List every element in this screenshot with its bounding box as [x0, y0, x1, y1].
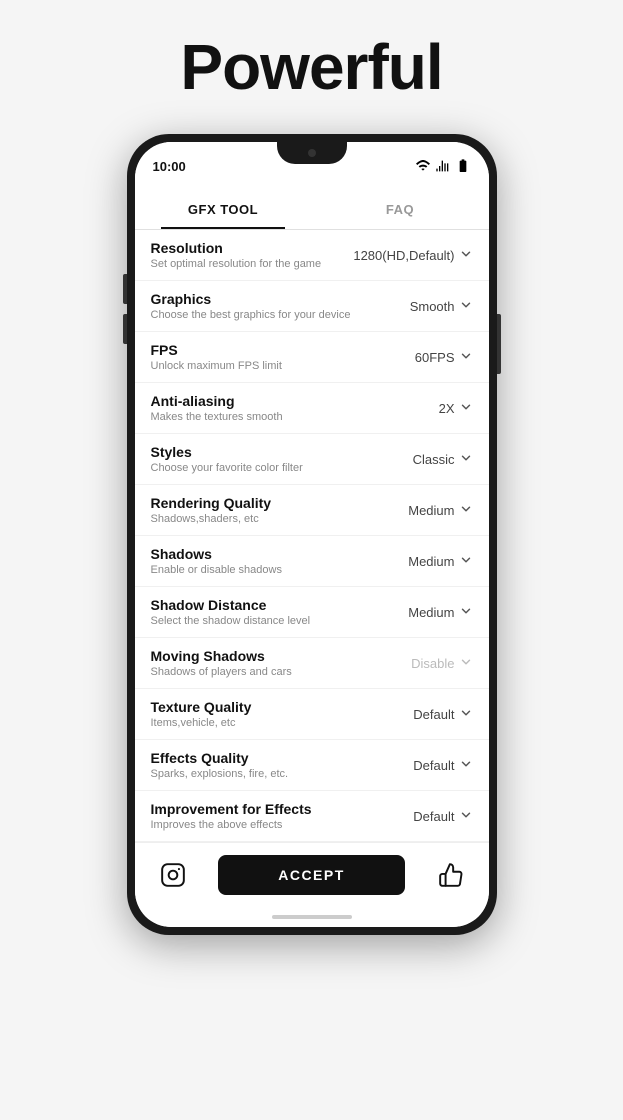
- home-bar: [272, 915, 352, 919]
- camera-dot: [308, 149, 316, 157]
- setting-title-anti-aliasing: Anti-aliasing: [151, 393, 439, 409]
- setting-row-texture-quality[interactable]: Texture Quality Items,vehicle, etcDefault: [135, 689, 489, 740]
- tab-faq[interactable]: FAQ: [312, 190, 489, 229]
- setting-desc-effects-quality: Sparks, explosions, fire, etc.: [151, 768, 414, 780]
- setting-title-resolution: Resolution: [151, 240, 354, 256]
- setting-chevron-anti-aliasing[interactable]: [459, 400, 473, 417]
- setting-row-rendering-quality[interactable]: Rendering Quality Shadows,shaders, etcMed…: [135, 485, 489, 536]
- setting-desc-styles: Choose your favorite color filter: [151, 462, 413, 474]
- setting-title-rendering-quality: Rendering Quality: [151, 495, 409, 511]
- setting-desc-shadow-distance: Select the shadow distance level: [151, 615, 409, 627]
- setting-desc-rendering-quality: Shadows,shaders, etc: [151, 513, 409, 525]
- wifi-icon: [415, 158, 431, 174]
- settings-list: Resolution Set optimal resolution for the…: [135, 230, 489, 842]
- setting-chevron-graphics[interactable]: [459, 298, 473, 315]
- setting-chevron-styles[interactable]: [459, 451, 473, 468]
- setting-title-moving-shadows: Moving Shadows: [151, 648, 412, 664]
- setting-row-moving-shadows[interactable]: Moving Shadows Shadows of players and car…: [135, 638, 489, 689]
- setting-chevron-fps[interactable]: [459, 349, 473, 366]
- setting-title-improvement-effects: Improvement for Effects: [151, 801, 414, 817]
- setting-value-graphics: Smooth: [410, 299, 455, 314]
- bottom-bar: ACCEPT: [135, 842, 489, 907]
- setting-title-effects-quality: Effects Quality: [151, 750, 414, 766]
- accept-button[interactable]: ACCEPT: [218, 855, 405, 895]
- signal-icon: [435, 158, 451, 174]
- home-indicator: [135, 907, 489, 927]
- setting-value-anti-aliasing: 2X: [439, 401, 455, 416]
- setting-desc-texture-quality: Items,vehicle, etc: [151, 717, 414, 729]
- setting-desc-anti-aliasing: Makes the textures smooth: [151, 411, 439, 423]
- setting-title-styles: Styles: [151, 444, 413, 460]
- setting-row-resolution[interactable]: Resolution Set optimal resolution for the…: [135, 230, 489, 281]
- setting-desc-moving-shadows: Shadows of players and cars: [151, 666, 412, 678]
- setting-chevron-effects-quality[interactable]: [459, 757, 473, 774]
- setting-desc-fps: Unlock maximum FPS limit: [151, 360, 415, 372]
- setting-title-shadow-distance: Shadow Distance: [151, 597, 409, 613]
- setting-row-shadow-distance[interactable]: Shadow Distance Select the shadow distanc…: [135, 587, 489, 638]
- setting-desc-resolution: Set optimal resolution for the game: [151, 258, 354, 270]
- setting-row-improvement-effects[interactable]: Improvement for Effects Improves the abov…: [135, 791, 489, 842]
- tabs-container: GFX TOOL FAQ: [135, 190, 489, 230]
- setting-chevron-shadow-distance[interactable]: [459, 604, 473, 621]
- setting-value-shadow-distance: Medium: [408, 605, 454, 620]
- phone-frame: 10:00 GFX TOOL: [127, 134, 497, 935]
- setting-desc-improvement-effects: Improves the above effects: [151, 819, 414, 831]
- setting-title-graphics: Graphics: [151, 291, 410, 307]
- battery-icon: [455, 158, 471, 174]
- setting-row-effects-quality[interactable]: Effects Quality Sparks, explosions, fire,…: [135, 740, 489, 791]
- tab-gfx-tool[interactable]: GFX TOOL: [135, 190, 312, 229]
- setting-value-fps: 60FPS: [415, 350, 455, 365]
- instagram-icon-button[interactable]: [155, 857, 191, 893]
- setting-chevron-moving-shadows[interactable]: [459, 655, 473, 672]
- page-hero-title: Powerful: [180, 30, 442, 104]
- setting-value-styles: Classic: [413, 452, 455, 467]
- setting-desc-shadows: Enable or disable shadows: [151, 564, 409, 576]
- setting-value-effects-quality: Default: [413, 758, 454, 773]
- setting-value-resolution: 1280(HD,Default): [353, 248, 454, 263]
- setting-value-improvement-effects: Default: [413, 809, 454, 824]
- setting-value-shadows: Medium: [408, 554, 454, 569]
- setting-title-texture-quality: Texture Quality: [151, 699, 414, 715]
- setting-title-fps: FPS: [151, 342, 415, 358]
- setting-row-anti-aliasing[interactable]: Anti-aliasing Makes the textures smooth2X: [135, 383, 489, 434]
- setting-chevron-texture-quality[interactable]: [459, 706, 473, 723]
- phone-notch: [277, 142, 347, 164]
- setting-value-moving-shadows: Disable: [411, 656, 454, 671]
- status-time: 10:00: [153, 159, 186, 174]
- thumbs-up-icon-button[interactable]: [433, 857, 469, 893]
- setting-chevron-shadows[interactable]: [459, 553, 473, 570]
- status-bar: 10:00: [135, 142, 489, 190]
- setting-desc-graphics: Choose the best graphics for your device: [151, 309, 410, 321]
- setting-chevron-resolution[interactable]: [459, 247, 473, 264]
- status-icons: [415, 158, 471, 174]
- setting-chevron-rendering-quality[interactable]: [459, 502, 473, 519]
- setting-chevron-improvement-effects[interactable]: [459, 808, 473, 825]
- setting-value-rendering-quality: Medium: [408, 503, 454, 518]
- setting-row-graphics[interactable]: Graphics Choose the best graphics for you…: [135, 281, 489, 332]
- setting-row-styles[interactable]: Styles Choose your favorite color filterC…: [135, 434, 489, 485]
- setting-row-fps[interactable]: FPS Unlock maximum FPS limit60FPS: [135, 332, 489, 383]
- setting-row-shadows[interactable]: Shadows Enable or disable shadowsMedium: [135, 536, 489, 587]
- setting-value-texture-quality: Default: [413, 707, 454, 722]
- setting-title-shadows: Shadows: [151, 546, 409, 562]
